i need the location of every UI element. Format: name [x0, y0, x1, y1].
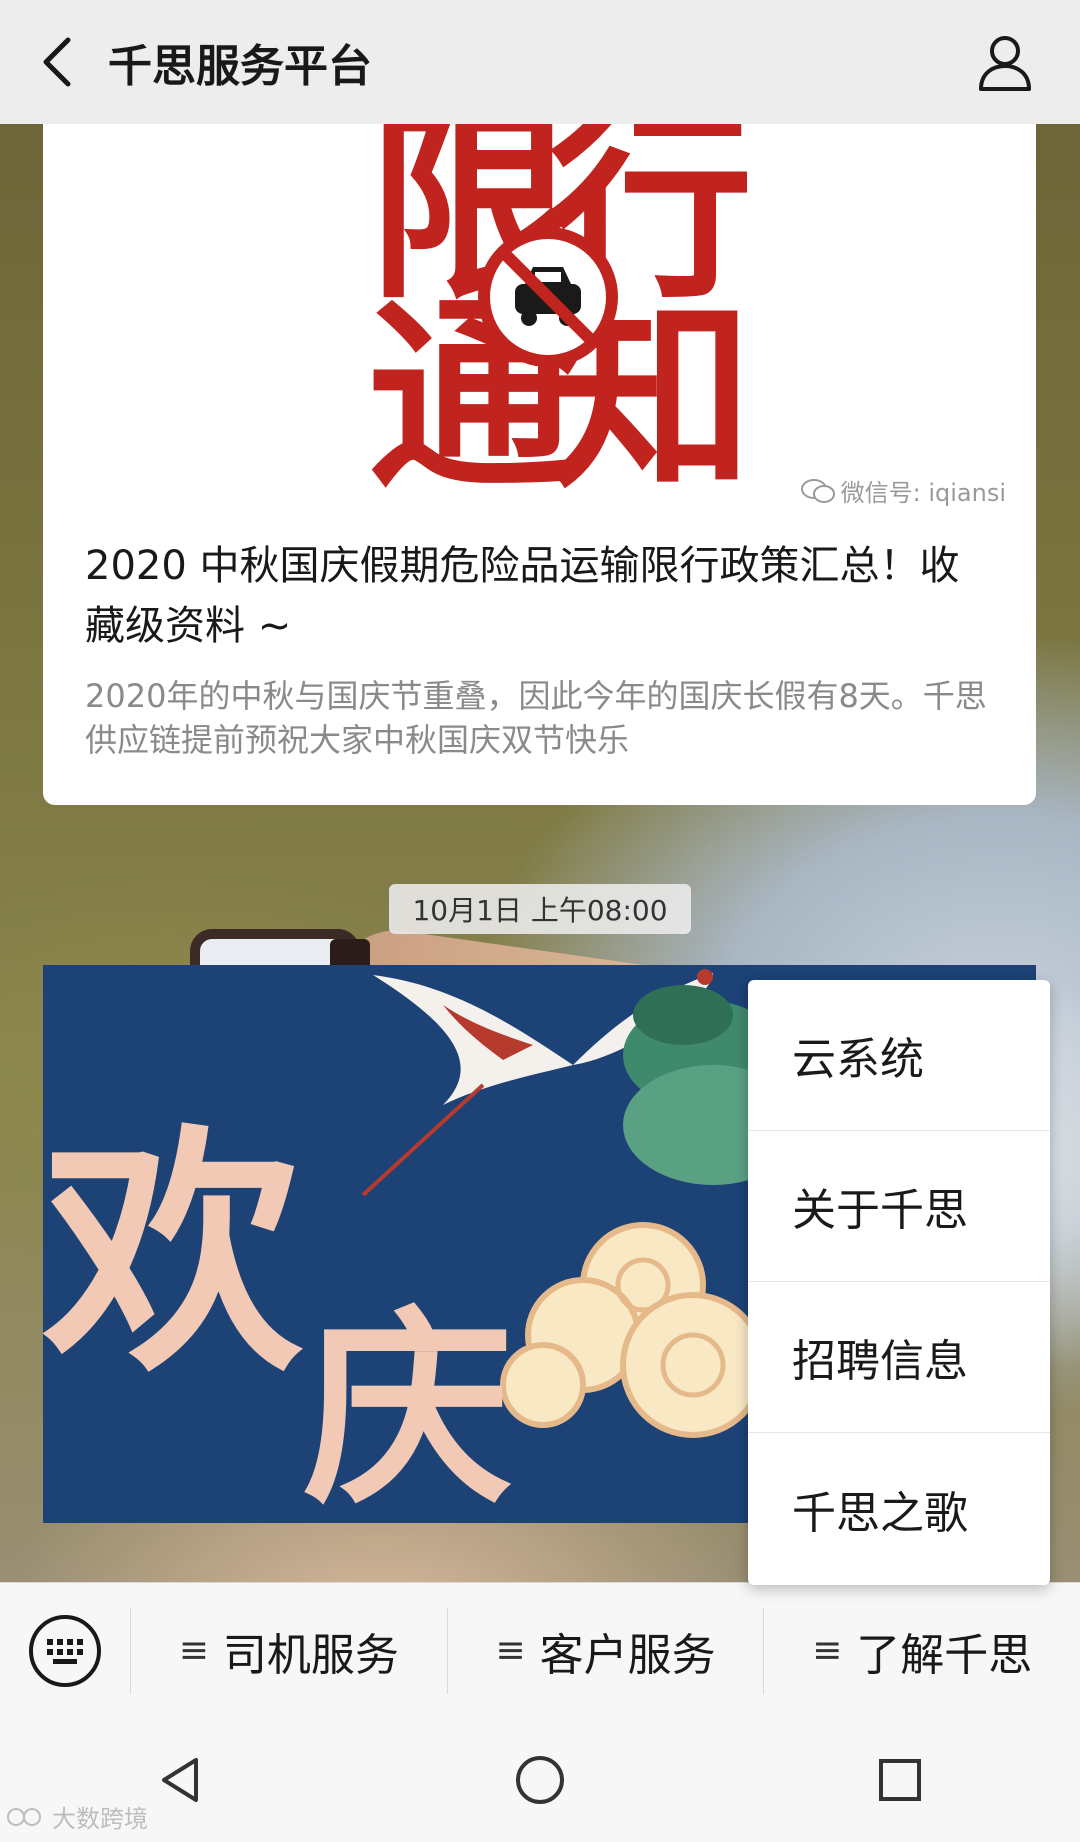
wechat-icon	[800, 478, 835, 503]
person-icon	[979, 36, 1031, 91]
article-cover-image: 限 行 通 知 微信号: iqiansi	[43, 124, 1036, 508]
menu-list-icon: ≡	[812, 1630, 843, 1671]
submenu-item-song[interactable]: 千思之歌	[748, 1433, 1050, 1584]
back-triangle-icon	[162, 1758, 198, 1802]
recents-square-icon	[879, 1759, 921, 1801]
menu-popup: 云系统 关于千思 招聘信息 千思之歌	[748, 980, 1050, 1585]
watermark-logo-icon	[7, 1807, 41, 1826]
watermark-text: 微信号: iqiansi	[840, 479, 1006, 507]
custom-menu-bar: ≡ 司机服务 ≡ 客户服务 ≡ 了解千思	[0, 1582, 1080, 1718]
menu-label: 司机服务	[222, 1629, 399, 1681]
corner-watermark-text: 大数跨境	[52, 1805, 148, 1833]
menu-customer-service[interactable]: ≡ 客户服务	[448, 1583, 764, 1719]
menu-driver-service[interactable]: ≡ 司机服务	[131, 1583, 447, 1719]
system-home-button[interactable]	[480, 1730, 600, 1830]
message-timestamp: 10月1日 上午08:00	[389, 884, 691, 934]
no-car-sign-icon	[478, 227, 618, 367]
corner-watermark: 大数跨境	[6, 1799, 148, 1834]
page-title: 千思服务平台	[108, 41, 372, 92]
menu-label: 客户服务	[539, 1629, 716, 1681]
menu-list-icon: ≡	[178, 1630, 209, 1671]
cover-calligraphy-2: 庆	[303, 1286, 514, 1523]
submenu-item-cloud-system[interactable]: 云系统	[748, 980, 1050, 1131]
back-button[interactable]	[8, 0, 108, 124]
submenu-item-about[interactable]: 关于千思	[748, 1131, 1050, 1282]
article-description: 2020年的中秋与国庆节重叠，因此今年的国庆长假有8天。千思供应链提前预祝大家中…	[85, 677, 987, 759]
cover-calligraphy-1: 欢	[43, 1102, 303, 1407]
keyboard-icon	[29, 1614, 101, 1687]
article-title: 2020 中秋国庆假期危险品运输限行政策汇总！收藏级资料 ~	[85, 543, 960, 649]
screen: 千思服务平台 限 行 通 知 微信号: iqiansi 2020 中秋国庆假期危…	[0, 0, 1080, 1842]
article-card[interactable]: 限 行 通 知 微信号: iqiansi 2020 中秋国庆假期危险品运输限行政…	[43, 124, 1036, 805]
menu-label: 了解千思	[856, 1629, 1033, 1681]
menu-about-qiansi[interactable]: ≡ 了解千思	[764, 1583, 1080, 1719]
chevron-left-icon	[43, 37, 71, 87]
top-nav-bar: 千思服务平台	[0, 0, 1080, 124]
keyboard-toggle-button[interactable]	[0, 1583, 130, 1719]
submenu-item-jobs[interactable]: 招聘信息	[748, 1282, 1050, 1433]
profile-button[interactable]	[970, 28, 1040, 98]
system-nav-bar: 大数跨境	[0, 1718, 1080, 1842]
home-circle-icon	[516, 1756, 564, 1804]
system-recents-button[interactable]	[840, 1730, 960, 1830]
menu-list-icon: ≡	[495, 1630, 526, 1671]
watermark: 微信号: iqiansi	[800, 473, 1006, 508]
